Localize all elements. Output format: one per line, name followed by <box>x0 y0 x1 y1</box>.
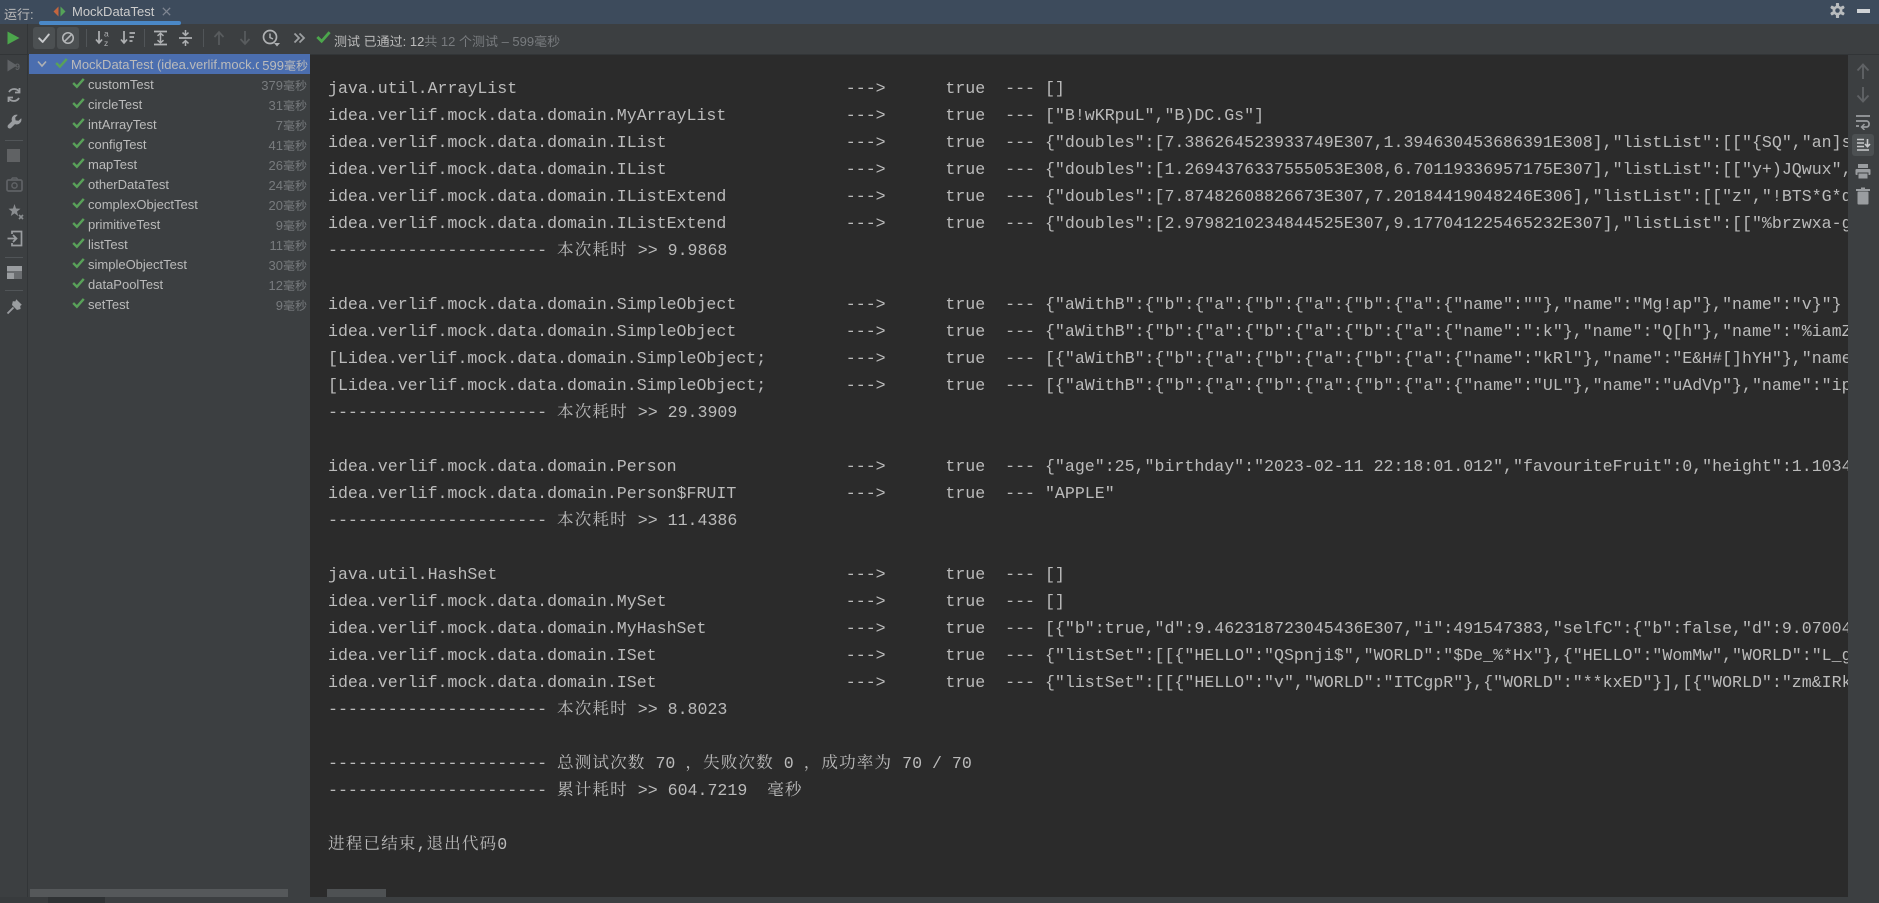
svg-text:z: z <box>104 38 108 47</box>
svg-text:9: 9 <box>15 62 20 72</box>
